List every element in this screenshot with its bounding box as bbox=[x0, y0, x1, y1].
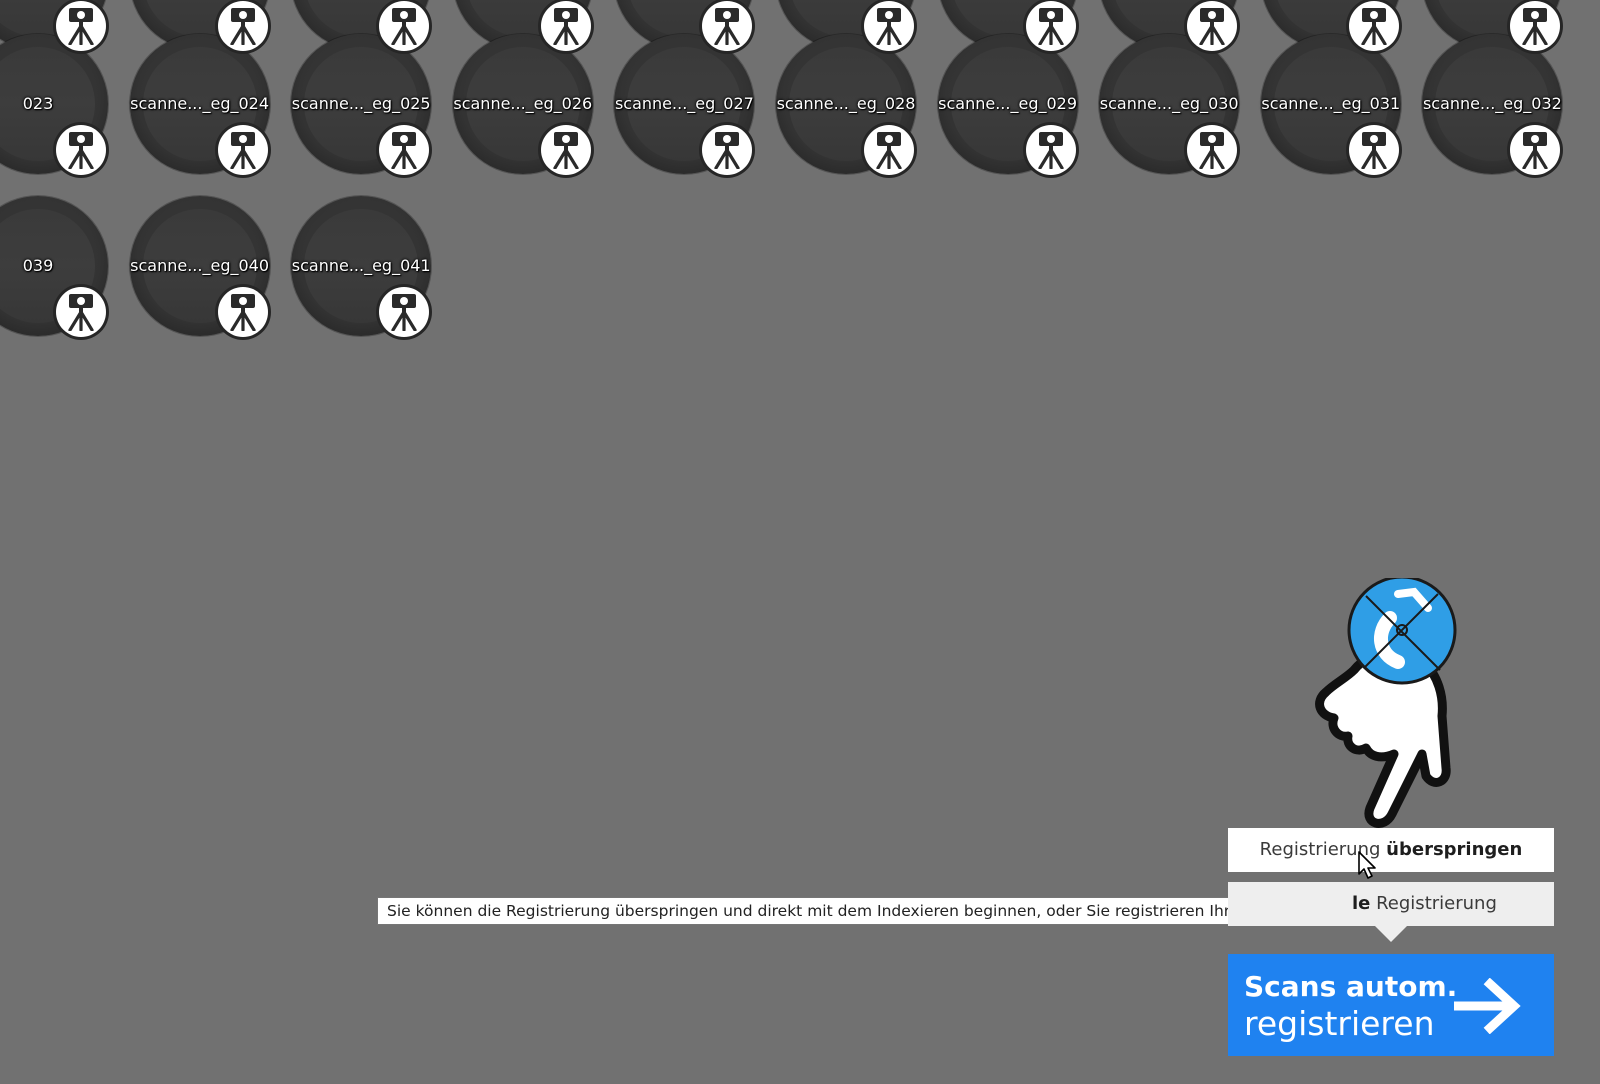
scan-item[interactable]: scanne..._eg_030 bbox=[1089, 24, 1249, 184]
tripod-scanner-icon[interactable] bbox=[540, 1, 591, 51]
tooltip-text: Sie können die Registrierung überspringe… bbox=[387, 902, 1346, 920]
tripod-scanner-icon[interactable] bbox=[1510, 125, 1561, 175]
tripod-scanner-icon[interactable] bbox=[1348, 1, 1399, 51]
scan-item[interactable]: 039 bbox=[0, 186, 118, 346]
scan-item[interactable]: scanne..._eg_026 bbox=[443, 24, 603, 184]
tripod-scanner-icon[interactable] bbox=[379, 125, 430, 175]
scan-item[interactable]: scanne..._eg_027 bbox=[604, 24, 764, 184]
logo-target-icon bbox=[1347, 578, 1457, 685]
scan-label: scanne..._eg_040 bbox=[130, 256, 270, 275]
tripod-scanner-icon[interactable] bbox=[702, 125, 753, 175]
scan-canvas: 023 scanne..._eg_024 scanne..._eg_025 scann… bbox=[0, 0, 1600, 1084]
scan-item[interactable]: 023 bbox=[0, 24, 118, 184]
scan-label: scanne..._eg_027 bbox=[614, 94, 754, 113]
tripod-scanner-icon[interactable] bbox=[217, 125, 268, 175]
scan-label: 023 bbox=[22, 94, 54, 113]
tripod-scanner-icon[interactable] bbox=[864, 125, 914, 175]
scan-item[interactable]: scanne..._eg_029 bbox=[928, 24, 1088, 184]
tripod-scanner-icon[interactable] bbox=[1187, 1, 1238, 51]
scan-label: scanne..._eg_025 bbox=[291, 94, 431, 113]
tripod-scanner-icon[interactable] bbox=[864, 1, 914, 51]
tripod-scanner-icon[interactable] bbox=[1510, 1, 1561, 51]
scan-item[interactable]: scanne..._eg_032 bbox=[1412, 24, 1572, 184]
scan-label: scanne..._eg_030 bbox=[1099, 94, 1239, 113]
tripod-scanner-icon[interactable] bbox=[540, 125, 591, 175]
scan-label: scanne..._eg_029 bbox=[938, 94, 1078, 113]
auto-register-scans-button[interactable]: Scans autom. registrieren bbox=[1228, 954, 1554, 1056]
scan-item[interactable]: scanne..._eg_040 bbox=[120, 186, 280, 346]
scan-item[interactable]: scanne..._eg_025 bbox=[281, 24, 441, 184]
scan-label: 039 bbox=[22, 256, 54, 275]
tripod-scanner-icon[interactable] bbox=[379, 1, 430, 51]
skip-registration-tooltip: Sie können die Registrierung überspringe… bbox=[377, 897, 1356, 925]
manual-option-label-rest: Registrierung bbox=[1370, 893, 1497, 914]
scan-item[interactable]: scanne..._eg_024 bbox=[120, 24, 280, 184]
scan-item[interactable]: scanne..._eg_031 bbox=[1251, 24, 1411, 184]
tripod-scanner-icon[interactable] bbox=[1348, 125, 1399, 175]
tripod-scanner-icon[interactable] bbox=[56, 125, 106, 175]
tripod-scanner-icon[interactable] bbox=[1025, 125, 1076, 175]
tripod-scanner-icon[interactable] bbox=[56, 287, 106, 337]
scan-item[interactable]: scanne..._eg_028 bbox=[766, 24, 926, 184]
scan-item[interactable]: scanne..._eg_041 bbox=[281, 186, 441, 346]
tripod-scanner-icon[interactable] bbox=[379, 287, 430, 337]
menu-pointer-arrow bbox=[1375, 926, 1407, 942]
tripod-scanner-icon[interactable] bbox=[1025, 1, 1076, 51]
scan-label: scanne..._eg_031 bbox=[1261, 94, 1401, 113]
tripod-scanner-icon[interactable] bbox=[217, 287, 268, 337]
tripod-scanner-icon[interactable] bbox=[702, 1, 753, 51]
scan-label: scanne..._eg_024 bbox=[130, 94, 270, 113]
manual-registration-option[interactable]: le Registrierung bbox=[1228, 882, 1554, 926]
tripod-scanner-icon[interactable] bbox=[56, 1, 106, 51]
manual-option-label-bold: le bbox=[1352, 893, 1371, 914]
tripod-scanner-icon[interactable] bbox=[217, 1, 268, 51]
tripod-scanner-icon[interactable] bbox=[1187, 125, 1238, 175]
scan-label: scanne..._eg_026 bbox=[453, 94, 593, 113]
tutorial-pointing-hand-icon bbox=[1315, 578, 1457, 828]
skip-option-label-bold: überspringen bbox=[1386, 839, 1523, 860]
scan-label: scanne..._eg_028 bbox=[776, 94, 916, 113]
arrow-right-icon bbox=[1454, 978, 1521, 1034]
mouse-pointer-icon bbox=[1358, 851, 1376, 879]
scan-label: scanne..._eg_041 bbox=[291, 256, 431, 275]
scan-label: scanne..._eg_032 bbox=[1422, 94, 1562, 113]
